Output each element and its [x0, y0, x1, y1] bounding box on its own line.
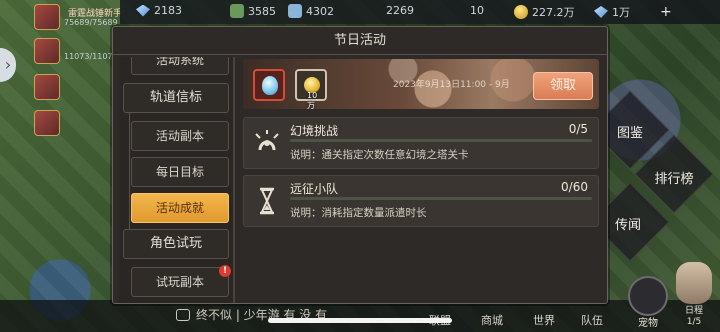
player-row[interactable] [30, 72, 120, 102]
nav-daily-goal[interactable]: 每日目标 [131, 157, 229, 187]
nav-character-trial[interactable]: 角色试玩 [123, 229, 229, 259]
alert-badge-icon: ! [219, 265, 231, 277]
resource-4: 2269 [386, 4, 414, 17]
resource-2: 3585 [230, 4, 276, 18]
task-description: 说明：消耗指定数量派遣时长 [290, 207, 427, 219]
player-avatar [34, 38, 60, 64]
reward-amount: 10万 [307, 91, 318, 109]
diamond-icon [594, 6, 608, 18]
task-name: 远征小队 [290, 182, 339, 196]
player-hp: 75689/75689 [64, 18, 118, 27]
nav-shop[interactable]: 商城 [472, 312, 512, 328]
nav-tree-line [129, 113, 130, 237]
schedule-label: 日程 1/5 [684, 306, 703, 327]
nav-team[interactable]: 队伍 [572, 312, 612, 328]
gold-coin-icon [514, 5, 528, 19]
schedule-avatar-button[interactable] [676, 262, 712, 304]
home-indicator[interactable] [268, 318, 452, 323]
hourglass-icon [252, 186, 282, 216]
nav-world[interactable]: 世界 [524, 312, 564, 328]
task-progress-bar [290, 197, 592, 200]
resource-1: 2183 [136, 4, 182, 17]
achievement-content: 2023年9月13日11:00 - 9月 10万 领取 幻境挑战 0/5 说明：… [241, 57, 603, 303]
pet-label: 宠物 [638, 318, 658, 329]
player-row[interactable]: 11073/11073 [30, 36, 120, 66]
task-progress: 0/60 [561, 180, 588, 194]
reward-slot-egg[interactable] [253, 69, 285, 101]
plus-icon: + [660, 4, 672, 20]
event-nav-list[interactable]: 活动系统 轨道信标 活动副本 每日目标 活动成就 角色试玩 试玩副本 ! [119, 57, 235, 303]
task-card: 幻境挑战 0/5 说明：通关指定次数任意幻境之塔关卡 [243, 117, 599, 169]
task-name: 幻境挑战 [290, 124, 339, 138]
nav-event-achievement[interactable]: 活动成就 [131, 193, 229, 223]
festival-event-dialog: 节日活动 活动系统 轨道信标 活动副本 每日目标 活动成就 角色试玩 试玩副本 … [112, 26, 608, 304]
horseshoe-icon [252, 128, 282, 158]
player-list: › 雷霆战锤新手 75689/75689 11073/11073 [0, 0, 122, 332]
chat-icon [176, 309, 190, 321]
event-date: 2023年9月13日11:00 - 9月 [393, 80, 510, 90]
task-progress-bar [290, 139, 592, 142]
task-description: 说明：通关指定次数任意幻境之塔关卡 [290, 149, 469, 161]
resource-bar: 2183 3585 4302 2269 10 227.2万 1万 + [120, 0, 720, 24]
player-hp: 11073/11073 [64, 52, 118, 61]
resource-5: 10 [470, 4, 484, 17]
player-avatar [34, 74, 60, 100]
ore-icon [288, 4, 302, 18]
nav-event-dungeon[interactable]: 活动副本 [131, 121, 229, 151]
expand-sidebar-button[interactable]: › [0, 48, 16, 82]
reward-slot-gold[interactable]: 10万 [295, 69, 327, 109]
crystal-icon [136, 4, 150, 17]
pet-button[interactable] [628, 276, 668, 316]
gem-resource: 1万 [594, 4, 630, 20]
claim-button[interactable]: 领取 [533, 72, 593, 100]
ranking-button-label: 排行榜 [654, 172, 694, 187]
player-avatar [34, 4, 60, 30]
player-avatar [34, 110, 60, 136]
resource-3: 4302 [288, 4, 334, 18]
event-banner: 2023年9月13日11:00 - 9月 10万 领取 [243, 59, 599, 109]
task-progress: 0/5 [568, 122, 588, 136]
player-row[interactable]: 雷霆战锤新手 75689/75689 [30, 2, 122, 32]
add-currency-button[interactable]: + [660, 4, 672, 20]
nav-orbit-beacon[interactable]: 轨道信标 [123, 83, 229, 113]
crystal-egg-icon [262, 76, 278, 95]
bottom-bar [0, 300, 720, 332]
gold-resource: 227.2万 [514, 4, 575, 20]
nav-trial-dungeon[interactable]: 试玩副本 [131, 267, 229, 297]
wood-icon [230, 4, 244, 18]
dialog-title: 节日活动 [113, 27, 607, 55]
player-row[interactable] [30, 108, 120, 138]
task-card: 远征小队 0/60 说明：消耗指定数量派遣时长 [243, 175, 599, 227]
nav-activity-system[interactable]: 活动系统 [131, 57, 229, 75]
gallery-button-label: 图鉴 [616, 126, 643, 141]
